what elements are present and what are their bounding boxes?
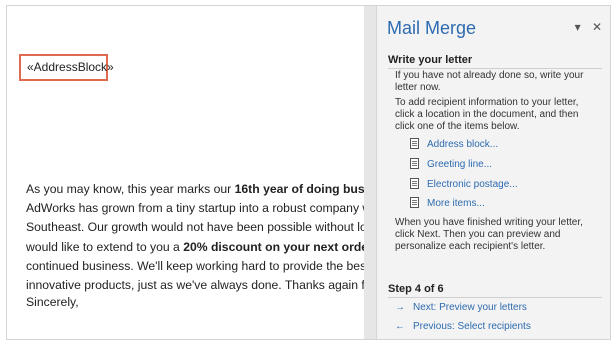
text-run: Southeast. Our growth would not have bee… xyxy=(26,220,364,235)
letter-paragraph[interactable]: As you may know, this year marks our 16t… xyxy=(26,180,364,295)
pane-divider xyxy=(364,6,376,339)
more-items-icon xyxy=(410,197,419,208)
closing-text[interactable]: Sincerely, xyxy=(26,295,79,309)
text-run: would like to extend to you a xyxy=(26,239,184,254)
more-items-link[interactable]: More items... xyxy=(410,197,485,209)
bold-text: 16th year of doing business. xyxy=(234,182,364,196)
previous-step-link[interactable]: ← Previous: Select recipients xyxy=(395,321,531,332)
text-run: innovative products, just as we've alway… xyxy=(26,277,364,292)
finish-text: When you have finished writing your lett… xyxy=(395,217,583,252)
address-block-link[interactable]: Address block... xyxy=(410,138,498,150)
text-run: AdWorks has grown from a tiny startup in… xyxy=(26,201,364,216)
section-title: Write your letter xyxy=(388,54,602,69)
close-icon[interactable]: ✕ xyxy=(592,20,602,34)
greeting-line-icon xyxy=(410,158,419,169)
text-run: continued business. We'll keep working h… xyxy=(26,258,364,273)
paragraph-line[interactable]: As you may know, this year marks our 16t… xyxy=(26,180,364,199)
pane-controls: ▾ ✕ xyxy=(567,20,602,34)
electronic-postage-label: Electronic postage... xyxy=(427,179,518,190)
paragraph-line[interactable]: innovative products, just as we've alway… xyxy=(26,276,364,295)
address-block-icon xyxy=(410,138,419,149)
address-block-field[interactable]: «AddressBlock» xyxy=(19,54,114,81)
more-items-label: More items... xyxy=(427,198,485,209)
arrow-right-icon: → xyxy=(395,302,405,313)
pane-title: Mail Merge xyxy=(387,18,477,38)
previous-step-label: Previous: Select recipients xyxy=(413,321,531,332)
instructions-text: To add recipient information to your let… xyxy=(395,97,579,132)
greeting-line-label: Greeting line... xyxy=(427,159,493,170)
arrow-left-icon: ← xyxy=(395,321,405,332)
bold-text: 20% discount on your next order. xyxy=(183,239,364,254)
pane-options-dropdown-icon[interactable]: ▾ xyxy=(575,20,581,34)
paragraph-line[interactable]: continued business. We'll keep working h… xyxy=(26,257,364,276)
electronic-postage-link[interactable]: Electronic postage... xyxy=(410,178,518,190)
paragraph-line[interactable]: AdWorks has grown from a tiny startup in… xyxy=(26,199,364,218)
document-area[interactable]: «AddressBlock» As you may know, this yea… xyxy=(7,6,364,339)
text-run: As you may know, this year marks our xyxy=(26,182,235,196)
mail-merge-pane: Mail Merge ▾ ✕ Write your letter If you … xyxy=(376,6,610,339)
paragraph-line[interactable]: would like to extend to you a 20% discou… xyxy=(26,238,364,257)
step-indicator: Step 4 of 6 xyxy=(388,283,602,298)
address-block-label: Address block... xyxy=(427,139,499,150)
word-window: «AddressBlock» As you may know, this yea… xyxy=(6,5,611,340)
paragraph-line[interactable]: Southeast. Our growth would not have bee… xyxy=(26,218,364,237)
intro-text: If you have not already done so, write y… xyxy=(395,70,584,93)
electronic-postage-icon xyxy=(410,178,419,189)
greeting-line-link[interactable]: Greeting line... xyxy=(410,158,492,170)
next-step-link[interactable]: → Next: Preview your letters xyxy=(395,302,527,313)
next-step-label: Next: Preview your letters xyxy=(413,302,527,313)
